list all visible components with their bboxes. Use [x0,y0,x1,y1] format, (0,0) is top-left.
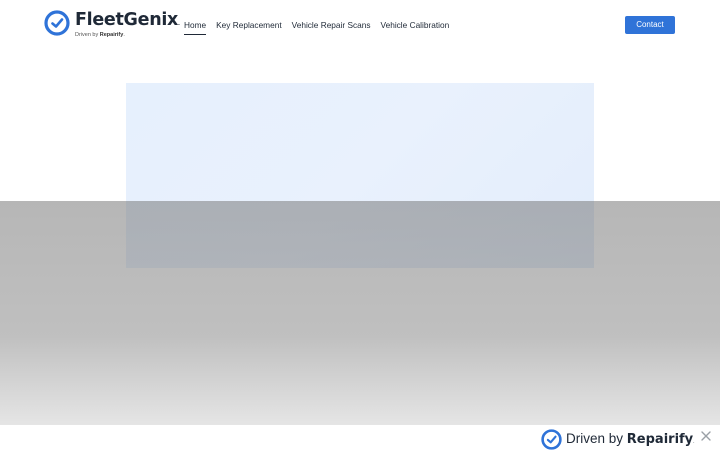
main-nav: Home Key Replacement Vehicle Repair Scan… [184,19,450,35]
brand-name: FleetGenix. [75,10,180,30]
site-header: FleetGenix. Driven by Repairify. Home Ke… [0,0,720,50]
nav-key-replacement[interactable]: Key Replacement [216,19,282,33]
banner-logo[interactable]: Driven by Repairify. [541,429,701,450]
nav-home[interactable]: Home [184,19,207,35]
clock-check-icon [44,10,70,36]
close-x-icon [701,431,711,441]
banner-text: Driven by Repairify. [566,431,695,447]
nav-vehicle-repair-scans[interactable]: Vehicle Repair Scans [292,19,371,33]
contact-button[interactable]: Contact [625,16,675,34]
clock-check-icon [541,429,562,450]
page-dim-overlay [0,201,720,425]
nav-vehicle-calibration[interactable]: Vehicle Calibration [381,19,450,33]
fleetgenix-logo[interactable]: FleetGenix. Driven by Repairify. [44,9,180,43]
brand-tagline: Driven by Repairify. [75,32,125,38]
close-icon[interactable] [700,430,712,442]
